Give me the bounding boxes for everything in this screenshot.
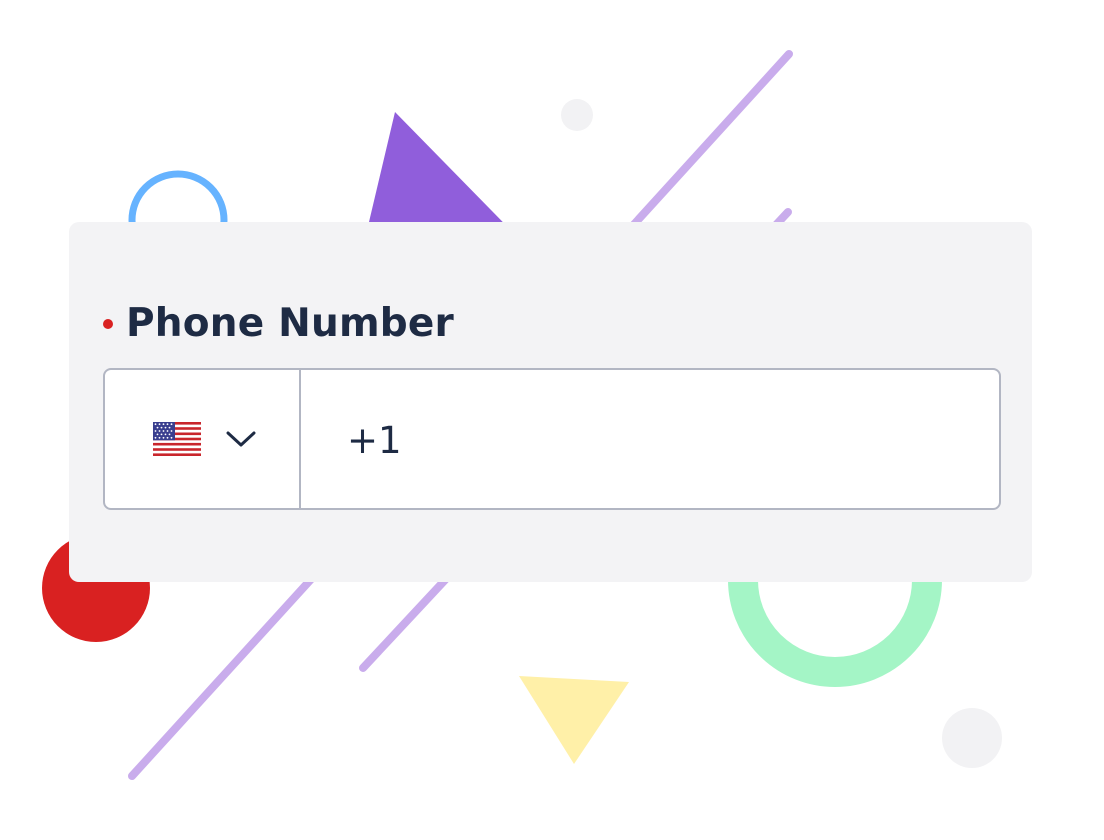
- phone-number-card: Phone Number: [69, 222, 1032, 582]
- phone-number-input[interactable]: [301, 370, 999, 508]
- decor-yellow-triangle: [519, 676, 629, 764]
- field-label: Phone Number: [126, 301, 454, 346]
- decor-grey-circle-bottom: [942, 708, 1002, 768]
- stage: Phone Number: [0, 0, 1104, 840]
- decor-grey-circle-top: [561, 99, 593, 131]
- phone-number-field: [103, 368, 1001, 510]
- country-code-dropdown[interactable]: [105, 370, 301, 508]
- required-indicator: [103, 319, 113, 329]
- chevron-down-icon: [225, 429, 257, 449]
- us-flag-icon: [153, 422, 201, 456]
- field-label-row: Phone Number: [103, 300, 454, 348]
